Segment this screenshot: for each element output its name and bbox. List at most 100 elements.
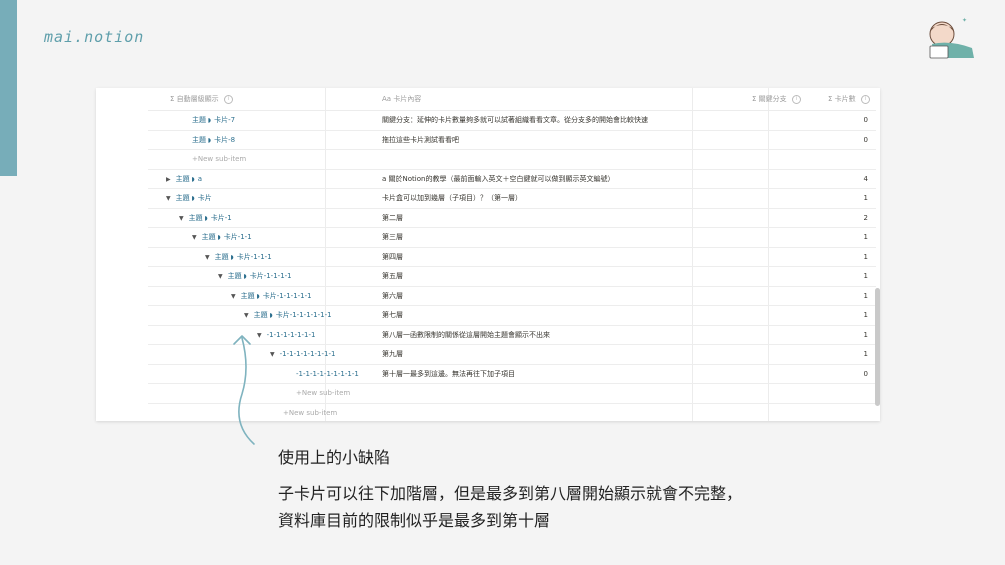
topic-tag[interactable]: 主題 — [176, 194, 190, 202]
page-link-icon: ◗ — [189, 175, 195, 183]
row-title-cell[interactable]: 主題 ◗ 卡片-7 — [192, 111, 235, 129]
row-title-cell[interactable]: ▼ 主題 ◗ 卡片 — [166, 189, 212, 207]
card-content-cell[interactable]: 第三層 — [382, 228, 403, 246]
brand-logo: mai.notion — [44, 28, 145, 46]
card-content-cell[interactable]: 拖拉這些卡片測試看看吧 — [382, 131, 459, 149]
row-title-cell[interactable]: +New sub-item — [192, 150, 246, 168]
text-type-icon: Aa — [382, 95, 392, 103]
card-count-cell: 1 — [863, 194, 868, 202]
row-title[interactable]: 卡片-1 — [211, 214, 232, 222]
table-row[interactable]: ▼ 主題 ◗ 卡片-1-1 第三層 1 — [148, 228, 876, 248]
row-title-cell[interactable]: 主題 ◗ 卡片-8 — [192, 131, 235, 149]
expand-toggle-icon[interactable]: ▼ — [231, 293, 236, 300]
expand-toggle-icon[interactable]: ▼ — [179, 215, 184, 222]
row-title[interactable]: -1-1-1-1-1-1-1-1-1 — [296, 370, 359, 378]
table-row[interactable]: ▶ 主題 ◗ a a 關於Notion的教學（最前面輸入英文＋空白鍵就可以做到顯示英文… — [148, 170, 876, 189]
topic-tag[interactable]: 主題 — [228, 272, 242, 280]
card-content-cell[interactable]: 第九層 — [382, 345, 403, 363]
sigma-icon: Σ — [752, 95, 757, 103]
expand-toggle-icon[interactable]: ▼ — [205, 254, 210, 261]
card-count-cell: 1 — [863, 272, 868, 280]
page-link-icon: ◗ — [202, 214, 208, 222]
header-auto-level[interactable]: Σ 自動層級顯示 i — [170, 88, 233, 110]
row-title-cell[interactable]: ▼ 主題 ◗ 卡片-1-1 — [192, 228, 252, 246]
row-title-cell[interactable]: +New sub-item — [283, 404, 337, 422]
new-sub-item-row[interactable]: +New sub-item — [148, 150, 876, 170]
row-title[interactable]: 卡片-1-1-1-1-1-1 — [276, 311, 332, 319]
new-sub-item-label: New sub-item — [197, 155, 247, 163]
expand-toggle-icon[interactable]: ▼ — [218, 273, 223, 280]
card-content-cell[interactable]: 第二層 — [382, 209, 403, 227]
table-row[interactable]: 主題 ◗ 卡片-7 關鍵分支：延伸的卡片數量夠多就可以試著組織看看文章。從分支多的開… — [148, 111, 876, 131]
topic-tag[interactable]: 主題 — [254, 311, 268, 319]
topic-tag[interactable]: 主題 — [176, 175, 190, 183]
new-sub-item-label: New sub-item — [301, 389, 351, 397]
row-title-cell[interactable]: -1-1-1-1-1-1-1-1-1 — [296, 365, 359, 383]
card-count-cell: 2 — [863, 213, 868, 222]
card-content-cell[interactable]: 第十層一最多到這邊。無法再往下加子項目 — [382, 365, 515, 383]
row-title[interactable]: a — [198, 175, 202, 183]
row-title-cell[interactable]: ▼ 主題 ◗ 卡片-1-1-1-1 — [218, 267, 292, 285]
row-title-cell[interactable]: ▼ -1-1-1-1-1-1-1-1 — [270, 345, 335, 363]
row-title-cell[interactable]: ▼ 主題 ◗ 卡片-1-1-1-1-1-1 — [244, 306, 332, 324]
collapse-toggle-icon[interactable]: ▶ — [166, 176, 171, 183]
card-count-cell: 0 — [863, 135, 868, 144]
topic-tag[interactable]: 主題 — [189, 214, 203, 222]
header-card-count[interactable]: Σ 卡片數 i — [828, 88, 870, 110]
topic-tag[interactable]: 主題 — [241, 292, 255, 300]
row-title[interactable]: -1-1-1-1-1-1-1-1 — [280, 350, 336, 358]
table-row[interactable]: 主題 ◗ 卡片-8 拖拉這些卡片測試看看吧 0 — [148, 131, 876, 150]
row-title[interactable]: 卡片-1-1 — [224, 233, 252, 241]
table-row[interactable]: ▼ 主題 ◗ 卡片-1-1-1-1-1 第六層 1 — [148, 287, 876, 306]
row-title[interactable]: 卡片-8 — [214, 136, 235, 144]
table-header: Σ 自動層級顯示 i Aa 卡片內容 Σ 關鍵分支 i Σ 卡片數 i — [148, 88, 876, 111]
row-title[interactable]: 卡片-1-1-1 — [237, 253, 272, 261]
card-count-cell: 1 — [863, 252, 868, 261]
page-link-icon: ◗ — [215, 234, 221, 241]
row-title-cell[interactable]: ▼ 主題 ◗ 卡片-1 — [179, 209, 232, 227]
row-title-cell[interactable]: ▼ 主題 ◗ 卡片-1-1-1-1-1 — [231, 287, 312, 305]
table-row[interactable]: ▼ 主題 ◗ 卡片-1-1-1-1 第五層 1 — [148, 267, 876, 287]
row-title[interactable]: -1-1-1-1-1-1-1 — [267, 331, 316, 339]
topic-tag[interactable]: 主題 — [192, 136, 206, 144]
row-title-cell[interactable]: ▶ 主題 ◗ a — [166, 170, 202, 188]
card-content-cell[interactable]: 關鍵分支：延伸的卡片數量夠多就可以試著組織看看文章。從分支多的開始會比較快速 — [382, 111, 648, 129]
card-content-cell[interactable]: 第四層 — [382, 248, 403, 266]
row-title[interactable]: 卡片-1-1-1-1-1 — [263, 292, 312, 300]
card-content-cell[interactable]: 第五層 — [382, 267, 403, 285]
scrollbar[interactable] — [875, 288, 880, 406]
expand-toggle-icon[interactable]: ▼ — [192, 234, 197, 241]
table-row[interactable]: ▼ 主題 ◗ 卡片-1-1-1 第四層 1 — [148, 248, 876, 267]
topic-tag[interactable]: 主題 — [202, 233, 216, 241]
table-row[interactable]: ▼ 主題 ◗ 卡片-1 第二層 2 — [148, 209, 876, 228]
card-content-cell[interactable]: a 關於Notion的教學（最前面輸入英文＋空白鍵就可以做到顯示英文編號） — [382, 170, 614, 188]
row-title[interactable]: 卡片 — [198, 194, 212, 202]
expand-toggle-icon[interactable]: ▼ — [244, 312, 249, 319]
page-link-icon: ◗ — [189, 195, 195, 202]
card-content-cell[interactable]: 第六層 — [382, 287, 403, 305]
card-content-cell[interactable]: 卡片盒可以加到幾層（子項目）？（第一層） — [382, 189, 522, 207]
row-title[interactable]: 卡片-1-1-1-1 — [250, 272, 292, 280]
table-row[interactable]: ▼ 主題 ◗ 卡片 卡片盒可以加到幾層（子項目）？（第一層） 1 — [148, 189, 876, 209]
card-count-cell: 1 — [863, 350, 868, 358]
topic-tag[interactable]: 主題 — [192, 116, 206, 124]
page-link-icon: ◗ — [206, 117, 212, 124]
expand-toggle-icon[interactable]: ▼ — [166, 195, 171, 202]
curved-arrow-icon — [233, 335, 255, 445]
sigma-icon: Σ — [170, 95, 175, 103]
page-link-icon: ◗ — [228, 253, 234, 261]
expand-toggle-icon[interactable]: ▼ — [270, 351, 275, 358]
row-title-cell[interactable]: ▼ 主題 ◗ 卡片-1-1-1 — [205, 248, 272, 266]
table-row[interactable]: ▼ 主題 ◗ 卡片-1-1-1-1-1-1 第七層 1 — [148, 306, 876, 326]
info-icon: i — [223, 94, 233, 104]
header-key-branch[interactable]: Σ 關鍵分支 i — [752, 88, 801, 110]
card-content-cell[interactable]: 第七層 — [382, 306, 403, 324]
card-content-cell[interactable]: 第八層一函數限制的關係從這層開始主題會顯示不出來 — [382, 326, 550, 344]
row-title-cell[interactable]: +New sub-item — [296, 384, 350, 402]
note-line: 資料庫目前的限制似乎是最多到第十層 — [278, 511, 551, 530]
note-line: 子卡片可以往下加階層，但是最多到第八層開始顯示就會不完整， — [278, 484, 743, 503]
card-count-cell: 1 — [863, 233, 868, 241]
topic-tag[interactable]: 主題 — [215, 253, 229, 261]
header-card-content[interactable]: Aa 卡片內容 — [382, 88, 421, 110]
row-title[interactable]: 卡片-7 — [214, 116, 235, 124]
